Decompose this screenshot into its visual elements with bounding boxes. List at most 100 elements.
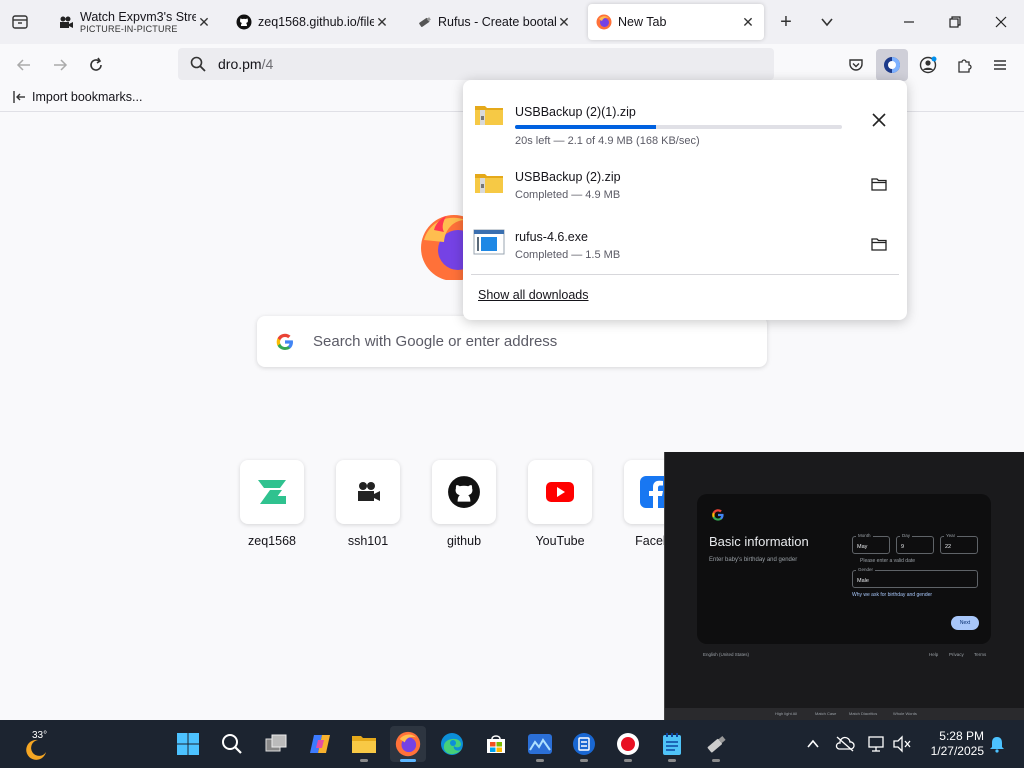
pip-gender-value: Male xyxy=(857,578,869,584)
task-view-button[interactable] xyxy=(258,726,294,762)
store-icon xyxy=(487,735,505,753)
tab-title: zeq1568.github.io/files xyxy=(258,15,374,29)
windows-taskbar: 33° 5:28 PM 1/27/2025 xyxy=(0,720,1024,768)
download-progress-fill xyxy=(515,125,656,129)
tab-github-files[interactable]: zeq1568.github.io/files ✕ xyxy=(228,4,398,40)
firefox-icon xyxy=(596,14,612,30)
camera-icon xyxy=(58,14,74,30)
google-g-icon xyxy=(711,508,725,525)
top-site-github[interactable]: github xyxy=(424,460,504,548)
ssh101-tile xyxy=(336,460,400,524)
close-tab-icon[interactable]: ✕ xyxy=(196,14,212,30)
pip-privacy: Privacy xyxy=(949,652,964,657)
top-site-youtube[interactable]: YouTube xyxy=(520,460,600,548)
close-tab-icon[interactable]: ✕ xyxy=(374,14,390,30)
system-clock[interactable]: 5:28 PM 1/27/2025 xyxy=(920,729,984,759)
onedrive-offline-icon[interactable] xyxy=(833,732,857,756)
weather-widget[interactable]: 33° xyxy=(22,728,52,760)
pip-year-value: 22 xyxy=(945,544,952,550)
pip-heading: Basic information xyxy=(709,534,809,549)
photos-icon xyxy=(528,734,552,754)
close-tab-icon[interactable]: ✕ xyxy=(556,14,572,30)
search-icon xyxy=(222,734,242,754)
notifications-bell-icon[interactable] xyxy=(985,732,1009,756)
github-icon xyxy=(236,14,252,30)
folder-icon xyxy=(352,736,376,753)
pip-signup-card: Basic information Enter baby's birthday … xyxy=(697,494,991,644)
top-site-label: zeq1568 xyxy=(248,534,296,548)
pip-year-label: Year xyxy=(944,533,958,538)
edge-button[interactable] xyxy=(434,726,470,762)
forward-arrow-icon[interactable] xyxy=(44,49,76,81)
youtube-tile xyxy=(528,460,592,524)
search-taskbar-button[interactable] xyxy=(214,726,250,762)
pip-subtext: Enter baby's birthday and gender xyxy=(709,557,798,563)
clock-date: 1/27/2025 xyxy=(930,744,984,758)
new-tab-plus-icon[interactable]: + xyxy=(772,8,800,36)
recorder-button[interactable] xyxy=(610,726,646,762)
pocket-icon[interactable] xyxy=(840,49,872,81)
photos-button[interactable] xyxy=(522,726,558,762)
firefox-taskbar-button[interactable] xyxy=(390,726,426,762)
tab-rufus[interactable]: Rufus - Create bootable ✕ xyxy=(408,4,580,40)
cancel-download-icon[interactable] xyxy=(865,106,893,134)
copilot-button[interactable] xyxy=(302,726,338,762)
network-icon[interactable] xyxy=(865,732,889,756)
download-item[interactable]: USBBackup (2).zip Completed — 4.9 MB xyxy=(463,156,907,216)
tab-pip-stream[interactable]: Watch Expvm3's Strear PICTURE-IN-PICTURE… xyxy=(50,4,220,40)
url-path: /4 xyxy=(261,56,274,72)
chevron-down-icon[interactable] xyxy=(813,8,841,36)
rufus-button[interactable] xyxy=(698,726,734,762)
url-bar[interactable]: dro.pm/4 xyxy=(178,48,774,80)
top-site-label: ssh101 xyxy=(347,534,389,548)
picture-in-picture-window[interactable]: Basic information Enter baby's birthday … xyxy=(664,452,1024,720)
start-button[interactable] xyxy=(170,726,206,762)
pip-help: Help xyxy=(929,652,939,657)
download-filename: rufus-4.6.exe xyxy=(515,230,588,244)
zeq1568-logo-icon xyxy=(258,480,286,504)
close-tab-icon[interactable]: ✕ xyxy=(740,14,756,30)
volume-muted-icon[interactable] xyxy=(890,732,914,756)
pip-month-value: May xyxy=(857,544,868,550)
tab-new-tab[interactable]: New Tab ✕ xyxy=(588,4,764,40)
reload-icon[interactable] xyxy=(80,49,112,81)
import-icon xyxy=(13,91,25,103)
pip-gender-label: Gender xyxy=(856,567,876,572)
download-filename: USBBackup (2)(1).zip xyxy=(515,105,636,119)
pip-day-label: Day xyxy=(900,533,913,538)
github-tile xyxy=(432,460,496,524)
top-site-ssh101[interactable]: ssh101 xyxy=(328,460,408,548)
folder-icon[interactable] xyxy=(865,230,893,258)
download-item[interactable]: rufus-4.6.exe Completed — 1.5 MB xyxy=(463,216,907,276)
show-hidden-icons-chevron-icon[interactable] xyxy=(801,732,825,756)
show-all-downloads-link[interactable]: Show all downloads xyxy=(478,288,589,302)
folder-icon[interactable] xyxy=(865,170,893,198)
vpn-extension-icon[interactable] xyxy=(876,49,908,81)
file-explorer-button[interactable] xyxy=(346,726,382,762)
tab-title: Rufus - Create bootable xyxy=(438,15,556,29)
extensions-puzzle-icon[interactable] xyxy=(948,49,980,81)
all-tabs-icon[interactable] xyxy=(4,6,36,38)
maximize-icon[interactable] xyxy=(932,0,978,44)
microsoft-store-button[interactable] xyxy=(478,726,514,762)
account-icon[interactable] xyxy=(912,49,944,81)
clock-time: 5:28 PM xyxy=(939,729,984,743)
pip-language: English (United States) xyxy=(703,652,750,657)
download-status: Completed — 4.9 MB xyxy=(515,189,621,201)
back-arrow-icon[interactable] xyxy=(8,49,40,81)
minimize-icon[interactable] xyxy=(886,0,932,44)
zip-file-icon xyxy=(473,166,505,198)
notepad-button[interactable] xyxy=(654,726,690,762)
hamburger-menu-icon[interactable] xyxy=(984,49,1016,81)
close-window-icon[interactable] xyxy=(978,0,1024,44)
usb-drive-icon xyxy=(707,736,726,753)
search-box[interactable]: Search with Google or enter address xyxy=(257,316,767,367)
download-item[interactable]: USBBackup (2)(1).zip 20s left — 2.1 of 4… xyxy=(463,88,907,148)
divider xyxy=(471,274,899,275)
app-button[interactable] xyxy=(566,726,602,762)
top-site-zeq1568[interactable]: zeq1568 xyxy=(232,460,312,548)
download-filename: USBBackup (2).zip xyxy=(515,170,621,184)
import-bookmarks-button[interactable]: Import bookmarks... xyxy=(12,90,142,104)
record-icon xyxy=(617,733,639,755)
zip-file-icon xyxy=(473,98,505,130)
